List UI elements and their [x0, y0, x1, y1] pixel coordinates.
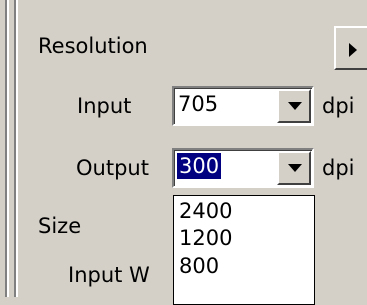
- input-resolution-combobox[interactable]: 705: [172, 86, 314, 126]
- output-resolution-dropdown-list: 2400 1200 800: [173, 195, 315, 305]
- dropdown-option-1200[interactable]: 1200: [179, 226, 232, 250]
- triangle-right-icon: [349, 43, 357, 57]
- panel-divider-light: [7, 0, 9, 297]
- input-resolution-value: 705: [178, 92, 219, 116]
- output-resolution-combobox[interactable]: 300: [172, 148, 314, 188]
- output-unit-label: dpi: [322, 156, 355, 180]
- dropdown-option-2400[interactable]: 2400: [179, 199, 232, 223]
- dropdown-option-800[interactable]: 800: [179, 254, 219, 278]
- expand-button[interactable]: [334, 26, 367, 70]
- input-resolution-dropdown-button[interactable]: [277, 89, 311, 123]
- input-unit-label: dpi: [322, 94, 355, 118]
- resolution-heading: Resolution: [38, 34, 148, 58]
- output-resolution-label: Output: [76, 156, 149, 180]
- output-resolution-dropdown-button[interactable]: [277, 151, 311, 185]
- chevron-down-icon: [288, 164, 302, 172]
- chevron-down-icon: [288, 102, 302, 110]
- input-width-label: Input W: [68, 263, 150, 287]
- resolution-panel: Resolution Input 705 dpi Output 300 dpi …: [0, 0, 367, 305]
- panel-divider-light-2: [16, 0, 18, 297]
- output-resolution-value: 300: [177, 153, 222, 179]
- size-heading: Size: [38, 214, 82, 238]
- input-resolution-label: Input: [77, 94, 132, 118]
